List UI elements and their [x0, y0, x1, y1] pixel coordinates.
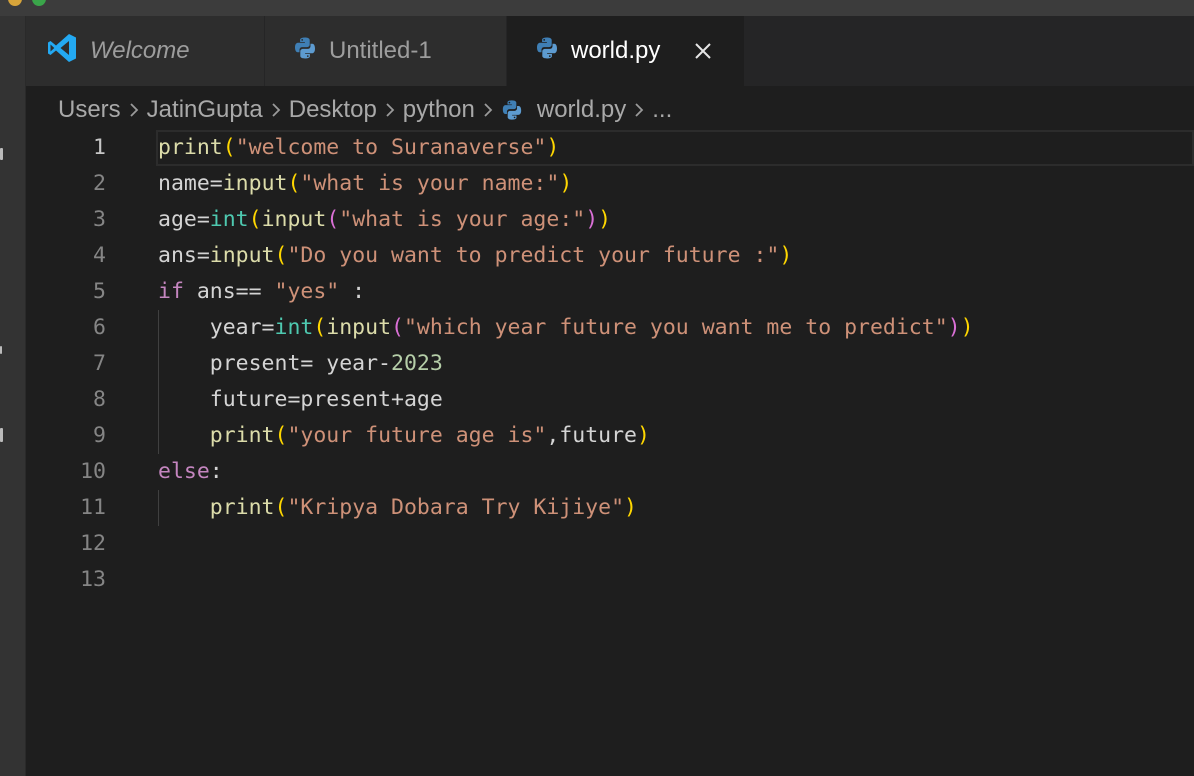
tab-welcome[interactable]: Welcome	[26, 16, 265, 86]
breadcrumb-item-users[interactable]: Users	[58, 96, 121, 124]
activity-item-indicator[interactable]	[0, 148, 3, 160]
code-line[interactable]: print("welcome to Suranaverse")	[158, 130, 1188, 166]
code-area[interactable]: print("welcome to Suranaverse") name=inpu…	[158, 130, 1188, 598]
chevron-right-icon	[385, 102, 395, 118]
line-number-gutter: 1 2 3 4 5 6 7 8 9 10 11 12 13	[26, 130, 106, 598]
window-fullscreen-button[interactable]	[32, 0, 46, 6]
code-line[interactable]: else:	[158, 454, 1188, 490]
code-line[interactable]: print("Kripya Dobara Try Kijiye")	[158, 490, 1188, 526]
code-line[interactable]: name=input("what is your name:")	[158, 166, 1188, 202]
tab-label: world.py	[571, 37, 661, 64]
tab-label: Welcome	[90, 37, 190, 64]
line-number: 4	[93, 243, 106, 268]
line-number: 13	[80, 567, 106, 592]
breadcrumb-item-desktop[interactable]: Desktop	[289, 96, 377, 124]
line-number: 2	[93, 171, 106, 196]
line-number: 8	[93, 387, 106, 412]
code-line[interactable]: year=int(input("which year future you wa…	[158, 310, 1188, 346]
python-icon	[502, 100, 522, 120]
chevron-right-icon	[483, 102, 493, 118]
close-tab-button[interactable]	[692, 40, 714, 62]
line-number: 11	[80, 495, 106, 520]
breadcrumb: Users JatinGupta Desktop python world.py…	[58, 92, 672, 128]
line-number: 9	[93, 423, 106, 448]
breadcrumb-item-jatingupta[interactable]: JatinGupta	[147, 96, 263, 124]
title-bar	[0, 0, 1194, 16]
line-number: 10	[80, 459, 106, 484]
python-icon	[535, 36, 559, 67]
activity-item-indicator[interactable]	[0, 346, 2, 354]
code-line[interactable]: present= year-2023	[158, 346, 1188, 382]
code-editor[interactable]: 1 2 3 4 5 6 7 8 9 10 11 12 13 print("welcome to Sura…	[26, 130, 1194, 776]
chevron-right-icon	[634, 102, 644, 118]
line-number: 7	[93, 351, 106, 376]
close-icon	[695, 43, 712, 59]
line-number: 12	[80, 531, 106, 556]
line-number: 6	[93, 315, 106, 340]
code-line[interactable]: ans=input("Do you want to predict your f…	[158, 238, 1188, 274]
python-icon	[293, 36, 317, 67]
window-zoom-button[interactable]	[8, 0, 22, 6]
vscode-logo-icon	[46, 32, 78, 71]
line-number: 1	[93, 135, 106, 160]
tab-untitled-1[interactable]: Untitled-1	[265, 16, 507, 86]
chevron-right-icon	[129, 102, 139, 118]
line-number: 3	[93, 207, 106, 232]
activity-item-indicator[interactable]	[0, 428, 3, 442]
editor-tab-bar: Welcome Untitled-1 world.py	[26, 16, 1194, 86]
tab-world-py[interactable]: world.py	[507, 16, 745, 86]
tab-label: Untitled-1	[329, 37, 432, 64]
code-line[interactable]: print("your future age is",future)	[158, 418, 1188, 454]
code-line[interactable]: ​	[158, 526, 1188, 562]
code-line[interactable]: age=int(input("what is your age:"))	[158, 202, 1188, 238]
activity-bar	[0, 16, 26, 776]
breadcrumb-item-symbols[interactable]: ...	[652, 96, 672, 124]
chevron-right-icon	[271, 102, 281, 118]
line-number: 5	[93, 279, 106, 304]
breadcrumb-file-label: world.py	[536, 96, 627, 123]
code-line[interactable]: if ans== "yes" :	[158, 274, 1188, 310]
code-line[interactable]: ​	[158, 562, 1188, 598]
code-line[interactable]: future=present+age	[158, 382, 1188, 418]
breadcrumb-item-world-py[interactable]: world.py	[501, 96, 626, 124]
breadcrumb-item-python[interactable]: python	[403, 96, 475, 124]
